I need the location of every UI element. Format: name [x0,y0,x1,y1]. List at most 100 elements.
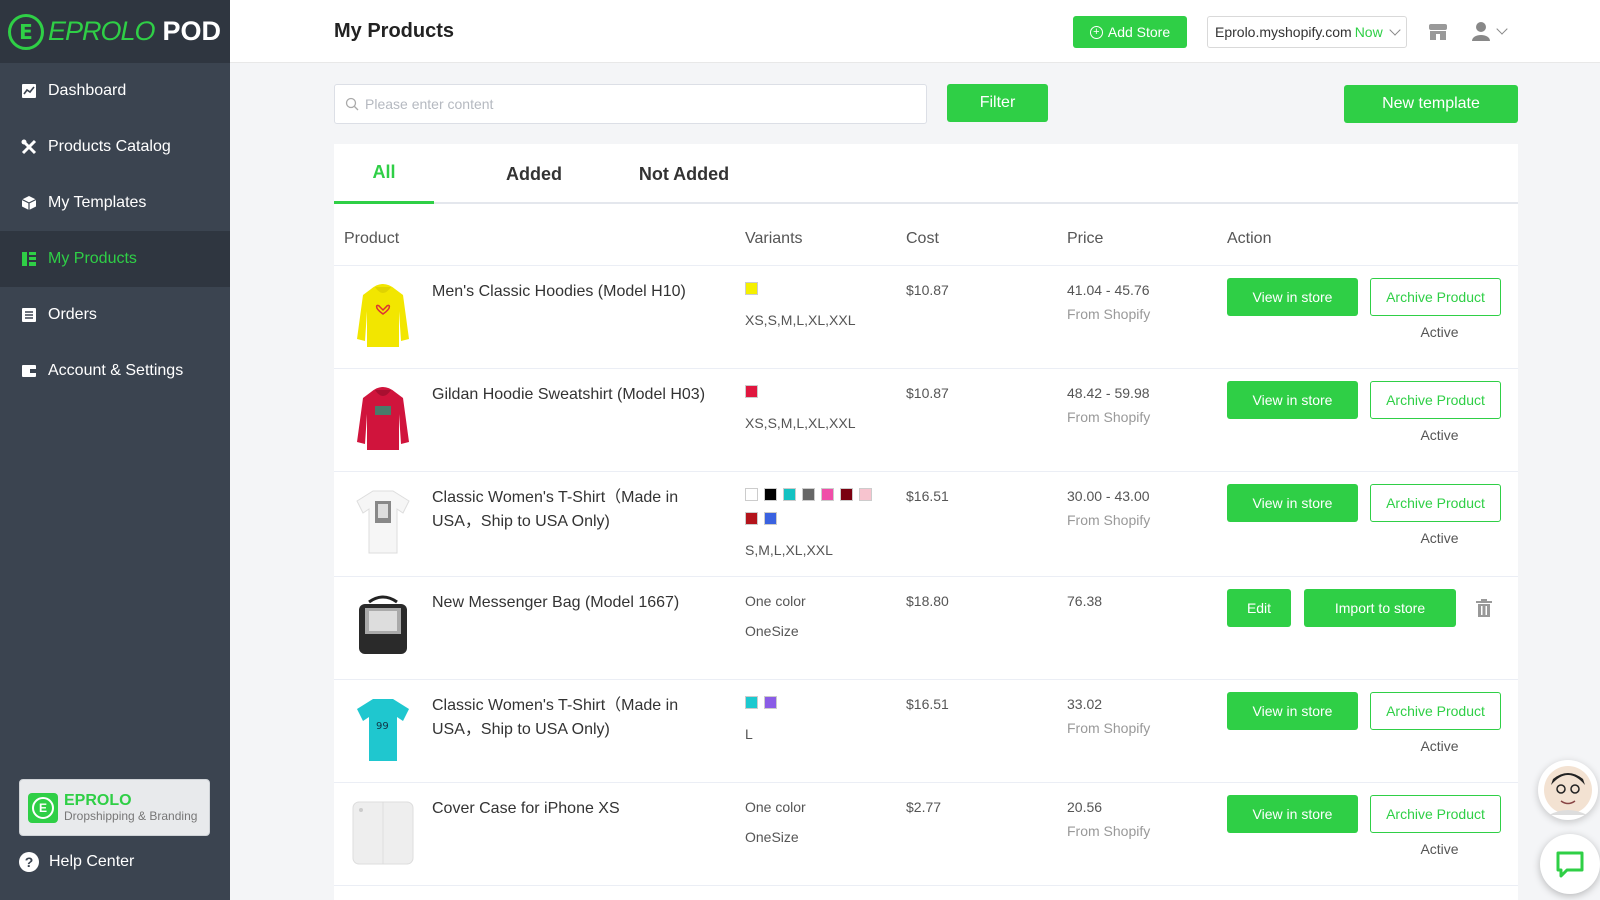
color-swatches [745,696,885,720]
view-in-store-button[interactable]: View in store [1227,381,1358,419]
tools-icon [20,138,38,156]
messenger-bag-thumbnail[interactable] [348,589,418,663]
store-icon[interactable] [1428,23,1448,46]
view-in-store-button[interactable]: View in store [1227,692,1358,730]
price-source: From Shopify [1067,823,1151,839]
chat-icon[interactable] [1540,834,1600,894]
tab-not-added[interactable]: Not Added [634,144,734,204]
eprolo-brand-card[interactable]: E EPROLO Dropshipping & Branding [19,779,210,836]
cost-value: $16.51 [906,696,949,712]
view-in-store-button[interactable]: View in store [1227,278,1358,316]
cost-value: $18.80 [906,593,949,609]
table-row: Men's Classic Hoodies (Model H10) XS,S,M… [334,266,1518,369]
tab-added[interactable]: Added [484,144,584,204]
cost-value: $10.87 [906,385,949,401]
search-input[interactable] [365,96,905,112]
product-name[interactable]: Men's Classic Hoodies (Model H10) [432,280,722,304]
chevron-down-icon [1389,23,1401,36]
sidebar-item-orders[interactable]: Orders [0,287,230,343]
variants-cell: L [745,696,885,742]
support-agent-avatar[interactable] [1538,760,1598,820]
sidebar-nav: Dashboard Products Catalog My Templates … [0,63,230,399]
status-tabs: All Added Not Added [334,144,1518,204]
status-text: Active [1420,427,1459,443]
size-list: OneSize [745,623,799,639]
new-template-button[interactable]: New template [1344,85,1518,123]
store-status: Now [1354,24,1383,40]
product-name[interactable]: Gildan Hoodie Sweatshirt (Model H03) [432,383,722,407]
tshirt-cyan-thumbnail[interactable]: 99 [348,692,418,766]
col-variants: Variants [745,230,803,247]
wallet-icon [20,362,38,380]
archive-product-button[interactable]: Archive Product [1370,795,1501,833]
col-product: Product [344,230,400,247]
sidebar-item-account-settings[interactable]: Account & Settings [0,343,230,399]
edit-button[interactable]: Edit [1227,589,1291,627]
logo-text: EPROLO [48,16,156,46]
sidebar-item-label: Dashboard [48,82,127,99]
product-name[interactable]: Classic Women's T-Shirt（Made in USA，Ship… [432,694,722,742]
sidebar-item-label: Products Catalog [48,138,171,155]
status-text: Active [1420,530,1459,546]
search-icon [345,97,359,111]
product-name[interactable]: New Messenger Bag (Model 1667) [432,591,722,615]
size-list: XS,S,M,L,XL,XXL [745,415,856,431]
price-value: 41.04 - 45.76 [1067,282,1150,298]
add-store-button[interactable]: + Add Store [1073,16,1187,48]
color-swatch [783,488,796,501]
help-center-link[interactable]: ? Help Center [19,852,134,872]
sidebar-item-label: My Products [48,250,137,267]
sidebar-item-products-catalog[interactable]: Products Catalog [0,119,230,175]
table-header: Product Variants Cost Price Action [334,224,1518,266]
svg-text:99: 99 [376,721,389,732]
hoodie-yellow-thumbnail[interactable] [348,278,418,352]
store-select[interactable]: Eprolo.myshopify.com Now [1207,16,1407,48]
filter-button[interactable]: Filter [947,84,1048,122]
archive-product-button[interactable]: Archive Product [1370,484,1501,522]
table-row: New Messenger Bag (Model 1667) One color… [334,577,1518,680]
product-name[interactable]: Classic Women's T-Shirt（Made in USA，Ship… [432,486,722,534]
sidebar: E EPROLO POD Dashboard Products Catalog … [0,0,230,900]
variants-cell: XS,S,M,L,XL,XXL [745,385,885,431]
color-swatch [745,488,758,501]
sidebar-item-my-products[interactable]: My Products [0,231,230,287]
question-icon: ? [19,852,39,872]
price-cell: 41.04 - 45.76 From Shopify [1067,282,1150,322]
archive-product-button[interactable]: Archive Product [1370,278,1501,316]
tshirt-white-thumbnail[interactable] [348,484,418,558]
sidebar-item-label: Orders [48,306,97,323]
view-in-store-button[interactable]: View in store [1227,795,1358,833]
status-text: Active [1420,841,1459,857]
hoodie-red-thumbnail[interactable] [348,381,418,455]
archive-product-button[interactable]: Archive Product [1370,692,1501,730]
price-cell: 48.42 - 59.98 From Shopify [1067,385,1150,425]
tab-all[interactable]: All [334,144,434,204]
logo[interactable]: E EPROLO POD [0,0,230,63]
search-box[interactable] [334,84,927,124]
eprolo-badge-icon: E [28,792,58,823]
color-swatch [802,488,815,501]
color-swatch [840,488,853,501]
table-row: 99 Classic Women's T-Shirt（Made in USA，S… [334,680,1518,783]
price-source: From Shopify [1067,720,1151,736]
import-to-store-button[interactable]: Import to store [1304,589,1456,627]
color-swatch [745,512,758,525]
cost-value: $16.51 [906,488,949,504]
user-menu[interactable] [1472,21,1508,41]
color-swatch [859,488,872,501]
view-in-store-button[interactable]: View in store [1227,484,1358,522]
sidebar-item-dashboard[interactable]: Dashboard [0,63,230,119]
col-cost: Cost [906,230,939,247]
product-name[interactable]: Cover Case for iPhone XS [432,797,722,821]
col-price: Price [1067,230,1104,247]
sidebar-item-my-templates[interactable]: My Templates [0,175,230,231]
trash-icon[interactable] [1476,599,1492,622]
archive-product-button[interactable]: Archive Product [1370,381,1501,419]
status-text: Active [1420,738,1459,754]
products-panel: All Added Not Added Product Variants Cos… [334,144,1518,900]
plus-circle-icon: + [1089,25,1103,39]
phone-case-thumbnail[interactable] [348,795,418,869]
col-action: Action [1227,230,1272,247]
color-swatch [745,282,758,295]
variant-text: One color [745,799,806,815]
